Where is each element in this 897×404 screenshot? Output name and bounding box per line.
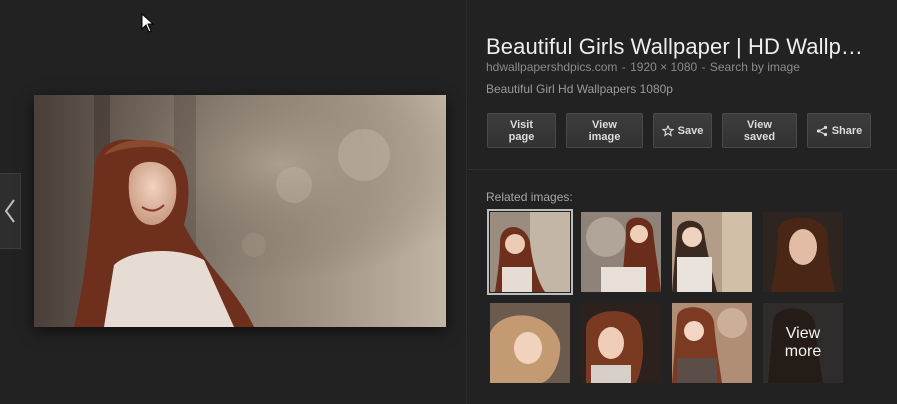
related-thumbnail[interactable] [672, 303, 752, 383]
source-domain-link[interactable]: hdwallpapershdpics.com [486, 60, 617, 74]
view-saved-label-1: View [747, 118, 772, 131]
separator: - [701, 60, 706, 74]
star-icon [661, 124, 674, 137]
related-thumbnail[interactable] [672, 212, 752, 292]
chevron-left-icon [4, 199, 15, 223]
search-by-image-link[interactable]: Search by image [710, 60, 800, 74]
previous-image-button[interactable] [0, 173, 21, 249]
image-source-line: hdwallpapershdpics.com - 1920 × 1080 - S… [486, 60, 800, 74]
save-label: Save [677, 124, 704, 137]
separator: - [621, 60, 626, 74]
share-button[interactable]: Share [807, 113, 871, 148]
related-thumbnail[interactable] [490, 303, 570, 383]
view-more-thumbnail[interactable]: View more [763, 303, 843, 383]
view-saved-button[interactable]: View saved [722, 113, 797, 148]
share-icon [816, 125, 827, 136]
pane-divider [466, 0, 467, 404]
save-button[interactable]: Save [653, 113, 712, 148]
related-images-label: Related images: [486, 190, 573, 204]
view-image-label-2: image [588, 130, 621, 143]
view-more-line-2: more [784, 343, 822, 360]
view-image-button[interactable]: View image [566, 113, 643, 148]
related-thumbnail[interactable] [763, 212, 843, 292]
related-thumbnail[interactable] [487, 209, 573, 295]
share-label: Share [831, 124, 863, 137]
image-title[interactable]: Beautiful Girls Wallpaper | HD Wallp… [486, 34, 876, 60]
visit-label-2: page [508, 130, 535, 143]
related-thumbnail[interactable] [581, 303, 661, 383]
cursor-icon [141, 13, 155, 33]
view-image-label-1: View [592, 118, 617, 131]
section-divider [467, 169, 897, 170]
view-more-label: View more [763, 303, 843, 383]
visit-page-button[interactable]: Visit page [487, 113, 556, 148]
image-viewer-pane [0, 0, 466, 404]
main-preview-image[interactable] [34, 95, 446, 327]
related-thumbnail[interactable] [581, 212, 661, 292]
view-more-line-1: View [785, 325, 821, 342]
image-description: Beautiful Girl Hd Wallpapers 1080p [486, 82, 673, 96]
visit-label-1: Visit [509, 118, 534, 131]
image-dimensions: 1920 × 1080 [630, 60, 698, 74]
view-saved-label-2: saved [743, 130, 776, 143]
